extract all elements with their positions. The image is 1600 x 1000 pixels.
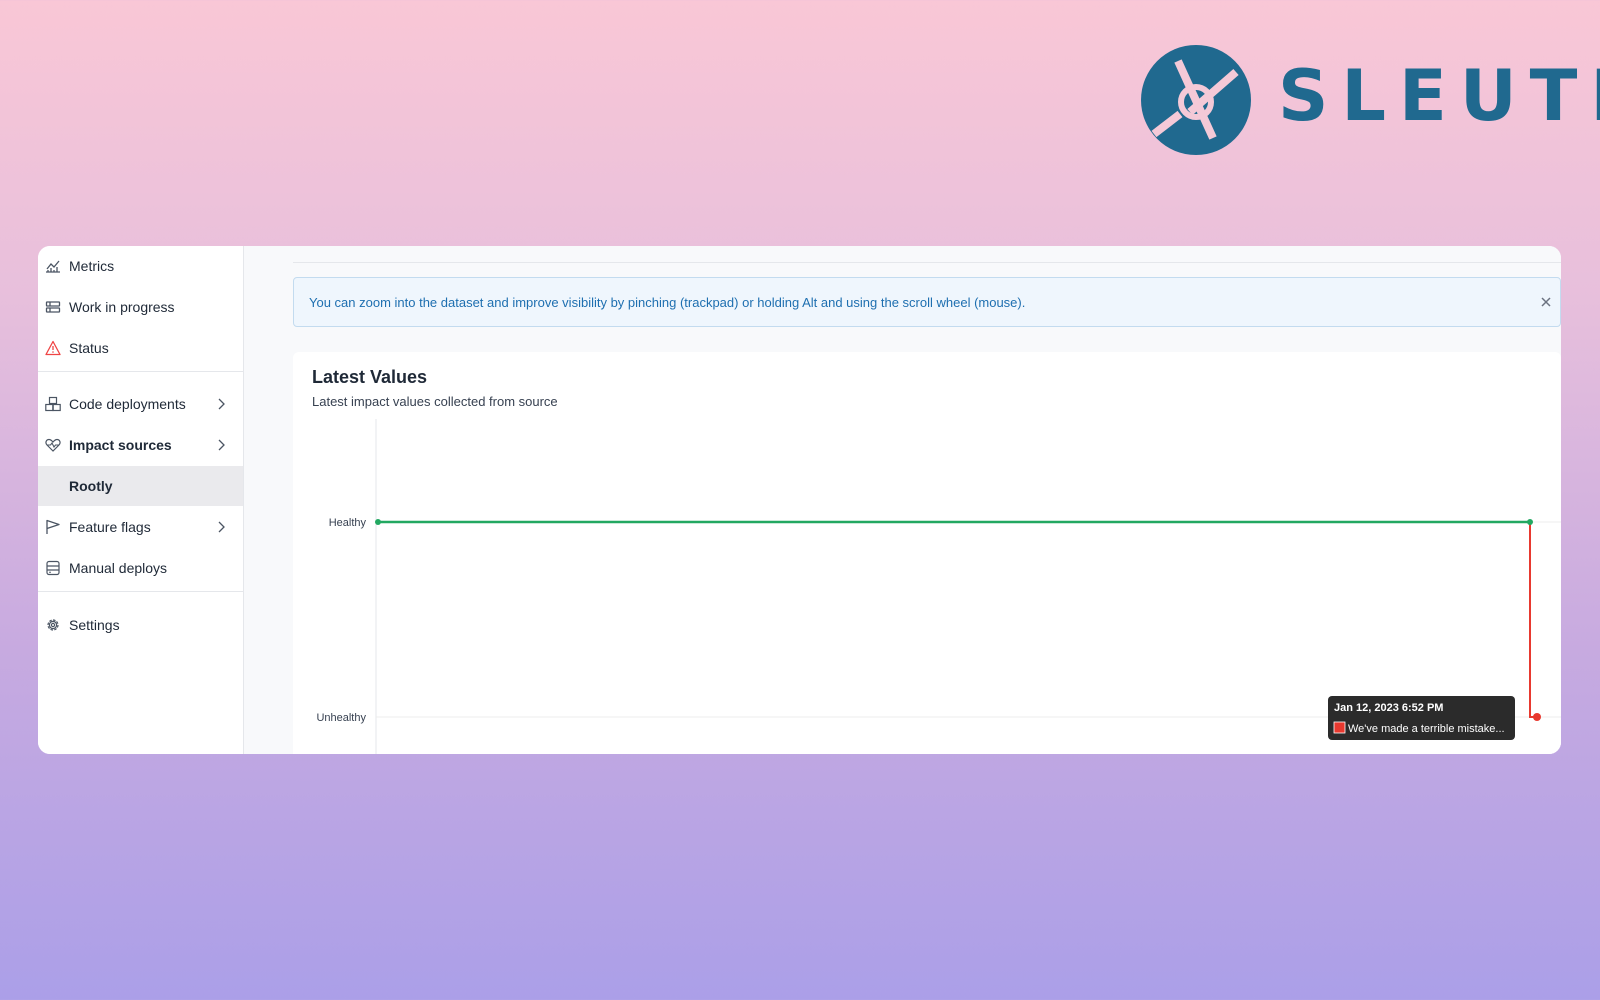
sidebar-item-metrics[interactable]: Metrics <box>38 246 243 286</box>
tooltip-title: Jan 12, 2023 6:52 PM <box>1334 702 1443 714</box>
flag-icon <box>45 519 61 535</box>
server-icon <box>45 560 61 576</box>
sleuth-logo-mark <box>1141 45 1251 155</box>
sidebar-item-work-in-progress[interactable]: Work in progress <box>38 287 243 327</box>
zoom-hint-banner: You can zoom into the dataset and improv… <box>293 277 1561 327</box>
latest-values-card: Latest Values Latest impact values colle… <box>293 352 1561 754</box>
header-divider <box>293 262 1561 263</box>
sidebar-item-status[interactable]: Status <box>38 328 243 368</box>
app-window: Metrics Work in progress Status Code dep… <box>38 246 1561 754</box>
layers-icon <box>45 299 61 315</box>
chevron-right-icon <box>214 397 228 411</box>
chevron-right-icon <box>214 520 228 534</box>
sidebar-item-label: Rootly <box>69 478 113 494</box>
sidebar-item-label: Impact sources <box>69 437 172 453</box>
sidebar-item-impact-sources[interactable]: Impact sources <box>38 425 243 465</box>
sidebar-item-rootly[interactable]: Rootly <box>38 466 243 506</box>
sidebar-item-code-deployments[interactable]: Code deployments <box>38 384 243 424</box>
sidebar-item-label: Feature flags <box>69 519 151 535</box>
sidebar-item-settings[interactable]: Settings <box>38 605 243 645</box>
sidebar: Metrics Work in progress Status Code dep… <box>38 246 244 754</box>
sidebar-item-label: Settings <box>69 617 120 633</box>
tooltip-text: We've made a terrible mistake... <box>1348 723 1505 735</box>
data-point[interactable] <box>1527 519 1533 525</box>
series-drop-line <box>1529 522 1537 718</box>
sidebar-item-label: Manual deploys <box>69 560 168 576</box>
y-tick-label-unhealthy: Unhealthy <box>316 712 366 724</box>
sidebar-item-label: Code deployments <box>69 396 186 412</box>
gear-icon <box>45 617 61 633</box>
main-content: You can zoom into the dataset and improv… <box>244 246 1561 754</box>
impact-values-chart[interactable]: Healthy Unhealthy Jan 12, 2023 6:52 PM W… <box>293 352 1561 754</box>
close-icon[interactable] <box>1538 294 1554 310</box>
banner-text: You can zoom into the dataset and improv… <box>309 295 1026 310</box>
heart-pulse-icon <box>45 437 61 453</box>
chart-line-icon <box>45 258 61 274</box>
sleuth-logo: SLEUTH <box>1140 44 1600 156</box>
sidebar-divider <box>38 591 243 592</box>
sidebar-divider <box>38 371 243 372</box>
chart-tooltip: Jan 12, 2023 6:52 PM We've made a terrib… <box>1328 696 1515 740</box>
sidebar-item-feature-flags[interactable]: Feature flags <box>38 507 243 547</box>
warning-triangle-icon <box>45 340 61 356</box>
sidebar-item-label: Status <box>69 340 109 356</box>
y-tick-label-healthy: Healthy <box>329 517 367 529</box>
brand-name: SLEUTH <box>1278 55 1600 137</box>
cubes-icon <box>45 396 61 412</box>
sidebar-item-manual-deploys[interactable]: Manual deploys <box>38 548 243 588</box>
data-point[interactable] <box>1533 713 1541 721</box>
tooltip-swatch <box>1333 721 1346 734</box>
sidebar-item-label: Metrics <box>69 258 115 274</box>
chevron-right-icon <box>214 438 228 452</box>
sidebar-item-label: Work in progress <box>69 299 175 315</box>
data-point[interactable] <box>375 519 381 525</box>
